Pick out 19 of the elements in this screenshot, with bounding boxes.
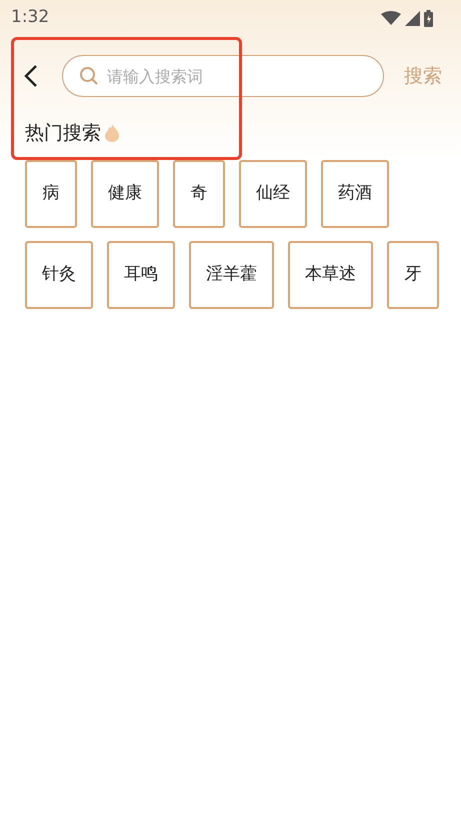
battery-icon xyxy=(424,10,433,26)
wifi-icon xyxy=(381,11,401,25)
back-icon[interactable] xyxy=(24,64,38,88)
tag-button[interactable]: 本草述 xyxy=(288,240,373,308)
signal-icon xyxy=(405,10,420,26)
tag-button[interactable]: 牙 xyxy=(387,240,439,308)
section-title: 热门搜索 xyxy=(25,121,101,146)
tag-button[interactable]: 针灸 xyxy=(25,240,93,308)
search-field[interactable]: 请输入搜索词 xyxy=(62,55,384,97)
tag-button[interactable]: 淫羊藿 xyxy=(189,240,274,308)
tag-button[interactable]: 病 xyxy=(25,160,77,228)
tag-button[interactable]: 奇 xyxy=(173,160,225,228)
search-icon xyxy=(79,66,99,86)
flame-icon xyxy=(105,124,119,142)
tag-button[interactable]: 仙经 xyxy=(239,160,307,228)
tag-button[interactable]: 健康 xyxy=(91,160,159,228)
tag-button[interactable]: 药酒 xyxy=(321,160,389,228)
tag-button[interactable]: 耳鸣 xyxy=(107,240,175,308)
status-time: 1:32 xyxy=(11,6,50,30)
